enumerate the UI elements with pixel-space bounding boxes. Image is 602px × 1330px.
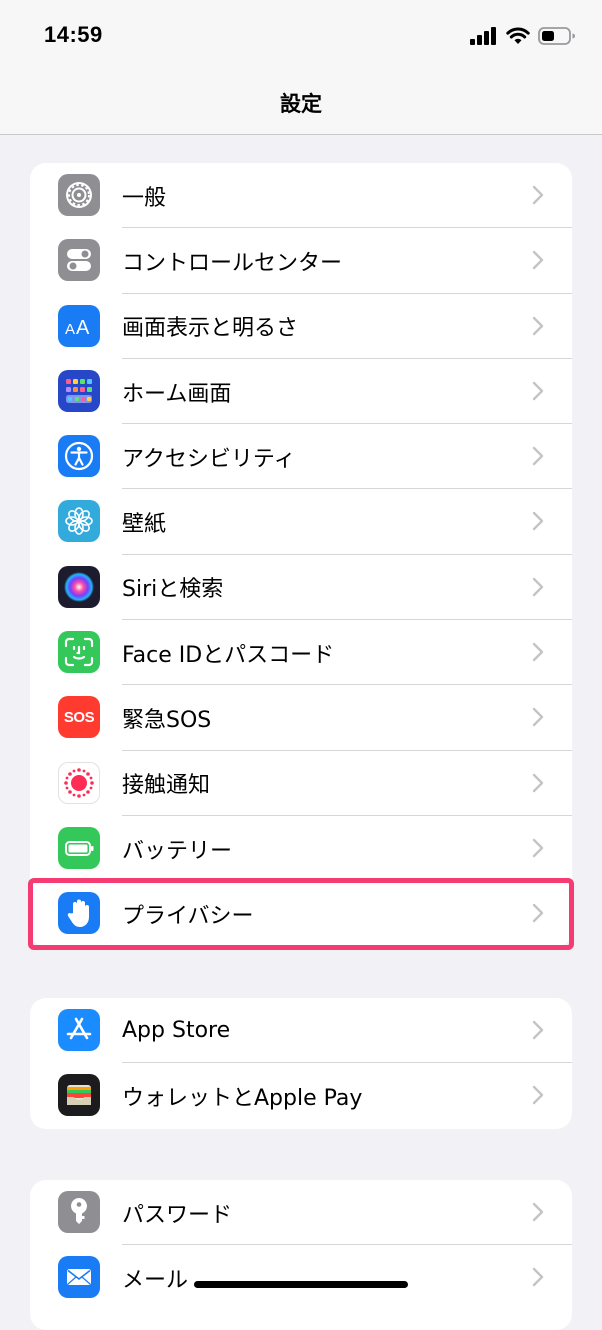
- settings-row-label: ウォレットとApple Pay: [122, 1085, 363, 1111]
- settings-row-control-center[interactable]: コントロールセンター: [30, 228, 572, 294]
- settings-row-general[interactable]: 一般: [30, 163, 572, 229]
- settings-group-system: 一般 コントロールセンター A A 画面表示と明るさ ホーム画面 アクセシビリテ…: [30, 163, 572, 947]
- accessibility-icon: [58, 435, 100, 478]
- chevron-right-icon: [532, 708, 544, 727]
- mail-icon: [58, 1256, 100, 1299]
- chevron-right-icon: [532, 1202, 544, 1222]
- settings-row-battery[interactable]: バッテリー: [30, 816, 572, 882]
- chevron-right-icon: [532, 251, 544, 270]
- chevron-right-icon: [532, 512, 544, 531]
- battery-status-icon: [538, 27, 575, 45]
- svg-text:A: A: [65, 321, 75, 338]
- settings-row-label: ホーム画面: [122, 381, 232, 407]
- navigation-bar: 設定: [0, 70, 602, 135]
- settings-row-emergency-sos[interactable]: SOS 緊急SOS: [30, 685, 572, 751]
- settings-row-face-id[interactable]: Face IDとパスコード: [30, 620, 572, 686]
- settings-row-label: 画面表示と明るさ: [122, 316, 299, 342]
- page-title: 設定: [280, 92, 322, 116]
- cellular-signal-icon: [470, 27, 496, 45]
- settings-row-label: プライバシー: [122, 903, 254, 929]
- text-size-icon: A A: [58, 304, 100, 347]
- chevron-right-icon: [532, 773, 544, 792]
- chevron-right-icon: [532, 1268, 544, 1287]
- sos-icon: SOS: [58, 696, 100, 739]
- settings-row-siri-search[interactable]: Siriと検索: [30, 555, 572, 621]
- settings-row-label: メール: [122, 1267, 189, 1293]
- settings-row-label: App Store: [122, 1018, 231, 1044]
- chevron-right-icon: [532, 316, 544, 335]
- settings-row-exposure-notification[interactable]: 接触通知: [30, 751, 572, 816]
- settings-group-store: App Store ウォレットとApple Pay: [30, 998, 572, 1129]
- svg-text:A: A: [76, 317, 90, 339]
- settings-row-accessibility[interactable]: アクセシビリティ: [30, 424, 572, 490]
- settings-row-wallet[interactable]: ウォレットとApple Pay: [30, 1063, 572, 1128]
- settings-row-label: 緊急SOS: [122, 708, 212, 734]
- flower-icon: [58, 500, 100, 543]
- settings-row-label: Siriと検索: [122, 577, 224, 603]
- home-indicator[interactable]: [194, 1281, 408, 1288]
- exposure-icon: [58, 761, 100, 804]
- chevron-right-icon: [532, 1086, 544, 1105]
- siri-icon: [58, 565, 100, 608]
- chevron-right-icon: [532, 577, 544, 596]
- settings-row-label: パスワード: [122, 1202, 233, 1228]
- settings-row-mail[interactable]: メール: [30, 1245, 572, 1310]
- chevron-right-icon: [532, 446, 544, 466]
- app-store-icon: [58, 1009, 100, 1051]
- wifi-icon: [506, 27, 530, 44]
- settings-group-accounts: パスワード メール: [30, 1180, 572, 1330]
- wallet-icon: [58, 1074, 100, 1117]
- chevron-right-icon: [532, 185, 544, 205]
- face-id-icon: [58, 631, 100, 674]
- chevron-right-icon: [532, 381, 544, 401]
- hand-icon: [58, 892, 100, 935]
- settings-row-privacy[interactable]: プライバシー: [30, 881, 572, 946]
- settings-row-passwords[interactable]: パスワード: [30, 1180, 572, 1246]
- status-bar: 14:59: [0, 0, 602, 70]
- status-time: 14:59: [44, 22, 103, 47]
- settings-row-label: 一般: [122, 185, 167, 211]
- settings-row-label: 接触通知: [122, 773, 211, 799]
- settings-row-label: 壁紙: [122, 512, 167, 538]
- settings-row-home-screen[interactable]: ホーム画面: [30, 359, 572, 425]
- home-grid-icon: [58, 369, 100, 412]
- settings-row-label: Face IDとパスコード: [122, 642, 335, 668]
- chevron-right-icon: [532, 904, 544, 923]
- key-icon: [58, 1191, 100, 1233]
- battery-icon: [58, 826, 100, 869]
- settings-row-display-brightness[interactable]: A A 画面表示と明るさ: [30, 294, 572, 359]
- settings-row-label: アクセシビリティ: [122, 446, 296, 472]
- settings-row-label: コントロールセンター: [122, 250, 343, 276]
- chevron-right-icon: [532, 642, 544, 662]
- settings-row-label: バッテリー: [122, 838, 233, 864]
- chevron-right-icon: [532, 1020, 544, 1040]
- gear-icon: [58, 174, 100, 216]
- settings-row-wallpaper[interactable]: 壁紙: [30, 489, 572, 555]
- toggles-icon: [58, 239, 100, 282]
- chevron-right-icon: [532, 838, 544, 858]
- settings-row-app-store[interactable]: App Store: [30, 998, 572, 1064]
- status-icons: [470, 24, 576, 48]
